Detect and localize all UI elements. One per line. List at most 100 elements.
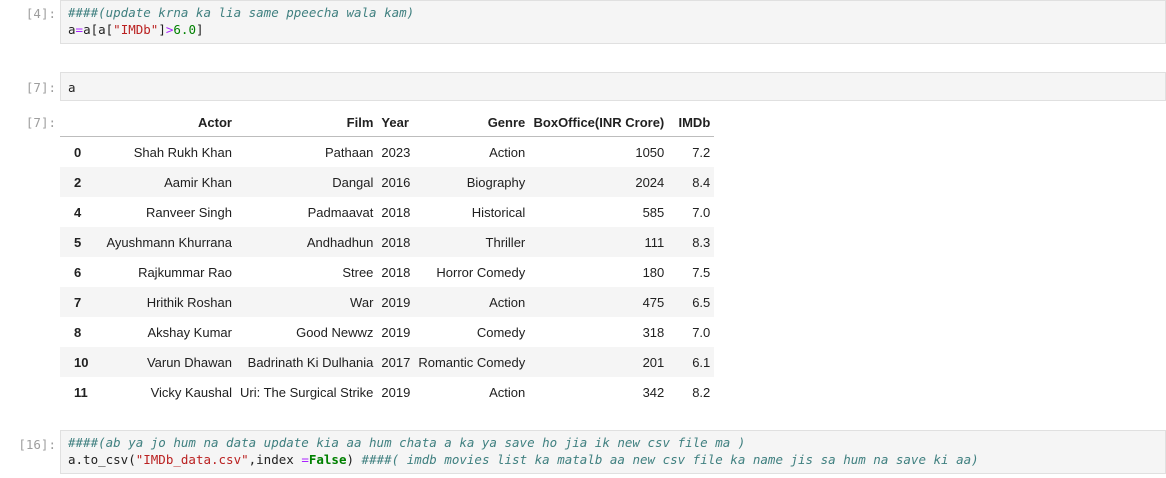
column-header-imdb: IMDb bbox=[668, 108, 715, 137]
row-index: 6 bbox=[74, 264, 82, 280]
cell-genre: Horror Comedy bbox=[436, 264, 526, 280]
code-string: "IMDb" bbox=[113, 22, 159, 37]
cell-film: War bbox=[350, 294, 374, 310]
cell-genre: Thriller bbox=[485, 234, 526, 250]
table-row: 8 Akshay Kumar Good Newwz 2019 Comedy 318 7.0 bbox=[60, 317, 715, 347]
cell-year: 2018 bbox=[381, 234, 411, 250]
cell-year: 2018 bbox=[381, 204, 411, 220]
cell-imdb: 8.3 bbox=[692, 234, 711, 250]
cell-box: 201 bbox=[642, 354, 665, 370]
cell-box: 2024 bbox=[635, 174, 665, 190]
row-index: 10 bbox=[74, 354, 89, 370]
cell-film: Good Newwz bbox=[296, 324, 374, 340]
code-editor[interactable]: a bbox=[60, 72, 1166, 101]
code-operator: = bbox=[75, 22, 84, 37]
notebook: [4]: ####(update krna ka lia same ppeech… bbox=[0, 0, 1166, 478]
cell-box: 342 bbox=[642, 384, 665, 400]
table-row: 6 Rajkummar Rao Stree 2018 Horror Comedy 180 7… bbox=[60, 257, 715, 287]
code-token: ] bbox=[195, 22, 204, 37]
code-string: "IMDb_data.csv" bbox=[135, 452, 249, 467]
column-header-boxoffice: BoxOffice(INR Crore) bbox=[529, 108, 669, 137]
table-row: 7 Hrithik Roshan War 2019 Action 475 6.5 bbox=[60, 287, 715, 317]
cell-imdb: 6.5 bbox=[692, 294, 711, 310]
row-index: 8 bbox=[74, 324, 82, 340]
row-index: 5 bbox=[74, 234, 82, 250]
cell-box: 1050 bbox=[635, 144, 665, 160]
cell-film: Dangal bbox=[332, 174, 374, 190]
cell-imdb: 7.0 bbox=[692, 324, 711, 340]
table-row: 4 Ranveer Singh Padmaavat 2018 Historical 585… bbox=[60, 197, 715, 227]
cell-imdb: 8.4 bbox=[692, 174, 711, 190]
table-row: 2 Aamir Khan Dangal 2016 Biography 2024 8.4 bbox=[60, 167, 715, 197]
cell-prompt: [7]: bbox=[25, 80, 56, 95]
code-operator: = bbox=[301, 452, 309, 467]
cell-imdb: 7.2 bbox=[692, 144, 711, 160]
cell-film: Pathaan bbox=[324, 144, 374, 160]
cell-actor: Vicky Kaushal bbox=[150, 384, 232, 400]
cell-imdb: 7.5 bbox=[692, 264, 711, 280]
code-comment: ####(update krna ka lia same ppeecha wal… bbox=[68, 5, 415, 20]
row-index: 11 bbox=[74, 384, 88, 400]
cell-imdb: 6.1 bbox=[692, 354, 711, 370]
cell-actor: Hrithik Roshan bbox=[146, 294, 232, 310]
column-header-film: Film bbox=[235, 108, 378, 137]
column-header-actor: Actor bbox=[102, 108, 236, 137]
cell-film: Badrinath Ki Dulhania bbox=[247, 354, 374, 370]
cell-film: Andhadhun bbox=[306, 234, 374, 250]
code-token: ] bbox=[158, 22, 166, 37]
cell-film: Uri: The Surgical Strike bbox=[239, 384, 374, 400]
code-token: a[a[ bbox=[83, 22, 114, 37]
cell-genre: Action bbox=[489, 384, 526, 400]
cell-genre: Biography bbox=[466, 174, 526, 190]
cell-year: 2019 bbox=[381, 384, 411, 400]
cell-genre: Action bbox=[489, 144, 526, 160]
code-keyword: False bbox=[308, 452, 347, 467]
cell-year: 2017 bbox=[381, 354, 411, 370]
cell-genre: Historical bbox=[471, 204, 526, 220]
cell-actor: Aamir Khan bbox=[164, 174, 232, 190]
code-token: a.to_csv( bbox=[68, 452, 136, 467]
code-token: a bbox=[68, 22, 76, 37]
code-token: a bbox=[68, 80, 76, 95]
cell-prompt: [16]: bbox=[18, 437, 56, 452]
column-header-year: Year bbox=[377, 108, 415, 137]
cell-imdb: 8.2 bbox=[692, 384, 711, 400]
column-header-genre: Genre bbox=[414, 108, 530, 137]
cell-imdb: 7.0 bbox=[692, 204, 711, 220]
cell-actor: Varun Dhawan bbox=[146, 354, 232, 370]
cell-year: 2018 bbox=[381, 264, 411, 280]
code-token: ,index bbox=[248, 452, 302, 467]
cell-prompt: [4]: bbox=[25, 6, 56, 21]
cell-box: 585 bbox=[642, 204, 665, 220]
row-index: 2 bbox=[74, 174, 82, 190]
cell-actor: Rajkummar Rao bbox=[138, 264, 232, 280]
cell-year: 2023 bbox=[381, 144, 411, 160]
cell-year: 2016 bbox=[381, 174, 411, 190]
row-index: 7 bbox=[74, 294, 82, 310]
output-prompt: [7]: bbox=[25, 115, 56, 130]
table-row: 11 Vicky Kaushal Uri: The Surgical Strike 2… bbox=[60, 377, 715, 407]
cell-genre: Comedy bbox=[476, 324, 526, 340]
cell-year: 2019 bbox=[381, 294, 411, 310]
cell-box: 111 bbox=[644, 234, 665, 250]
cell-genre: Romantic Comedy bbox=[418, 354, 526, 370]
table-header-row: Actor Film Year Genre BoxOffice(INR Cror… bbox=[60, 108, 715, 137]
cell-box: 180 bbox=[642, 264, 665, 280]
cell-film: Stree bbox=[342, 264, 374, 280]
cell-year: 2019 bbox=[381, 324, 411, 340]
column-header-index bbox=[60, 108, 103, 137]
code-number: 6.0 bbox=[173, 22, 196, 37]
code-comment: ####( imdb movies list ka matalb aa new … bbox=[361, 452, 979, 467]
table-row: 10 Varun Dhawan Badrinath Ki Dulhania 2017 R… bbox=[60, 347, 715, 377]
row-index: 4 bbox=[74, 204, 82, 220]
code-editor[interactable]: ####(update krna ka lia same ppeecha wal… bbox=[60, 0, 1166, 44]
dataframe-output: Actor Film Year Genre BoxOffice(INR Cror… bbox=[60, 108, 715, 407]
cell-actor: Shah Rukh Khan bbox=[133, 144, 232, 160]
cell-actor: Ranveer Singh bbox=[145, 204, 232, 220]
cell-box: 318 bbox=[642, 324, 665, 340]
cell-actor: Akshay Kumar bbox=[147, 324, 232, 340]
code-token: ) bbox=[346, 452, 362, 467]
table-row: 0 Shah Rukh Khan Pathaan 2023 Action 1050 7.2 bbox=[60, 136, 715, 167]
code-comment: ####(ab ya jo hum na data update kia aa … bbox=[68, 435, 746, 450]
code-editor[interactable]: ####(ab ya jo hum na data update kia aa … bbox=[60, 430, 1166, 474]
